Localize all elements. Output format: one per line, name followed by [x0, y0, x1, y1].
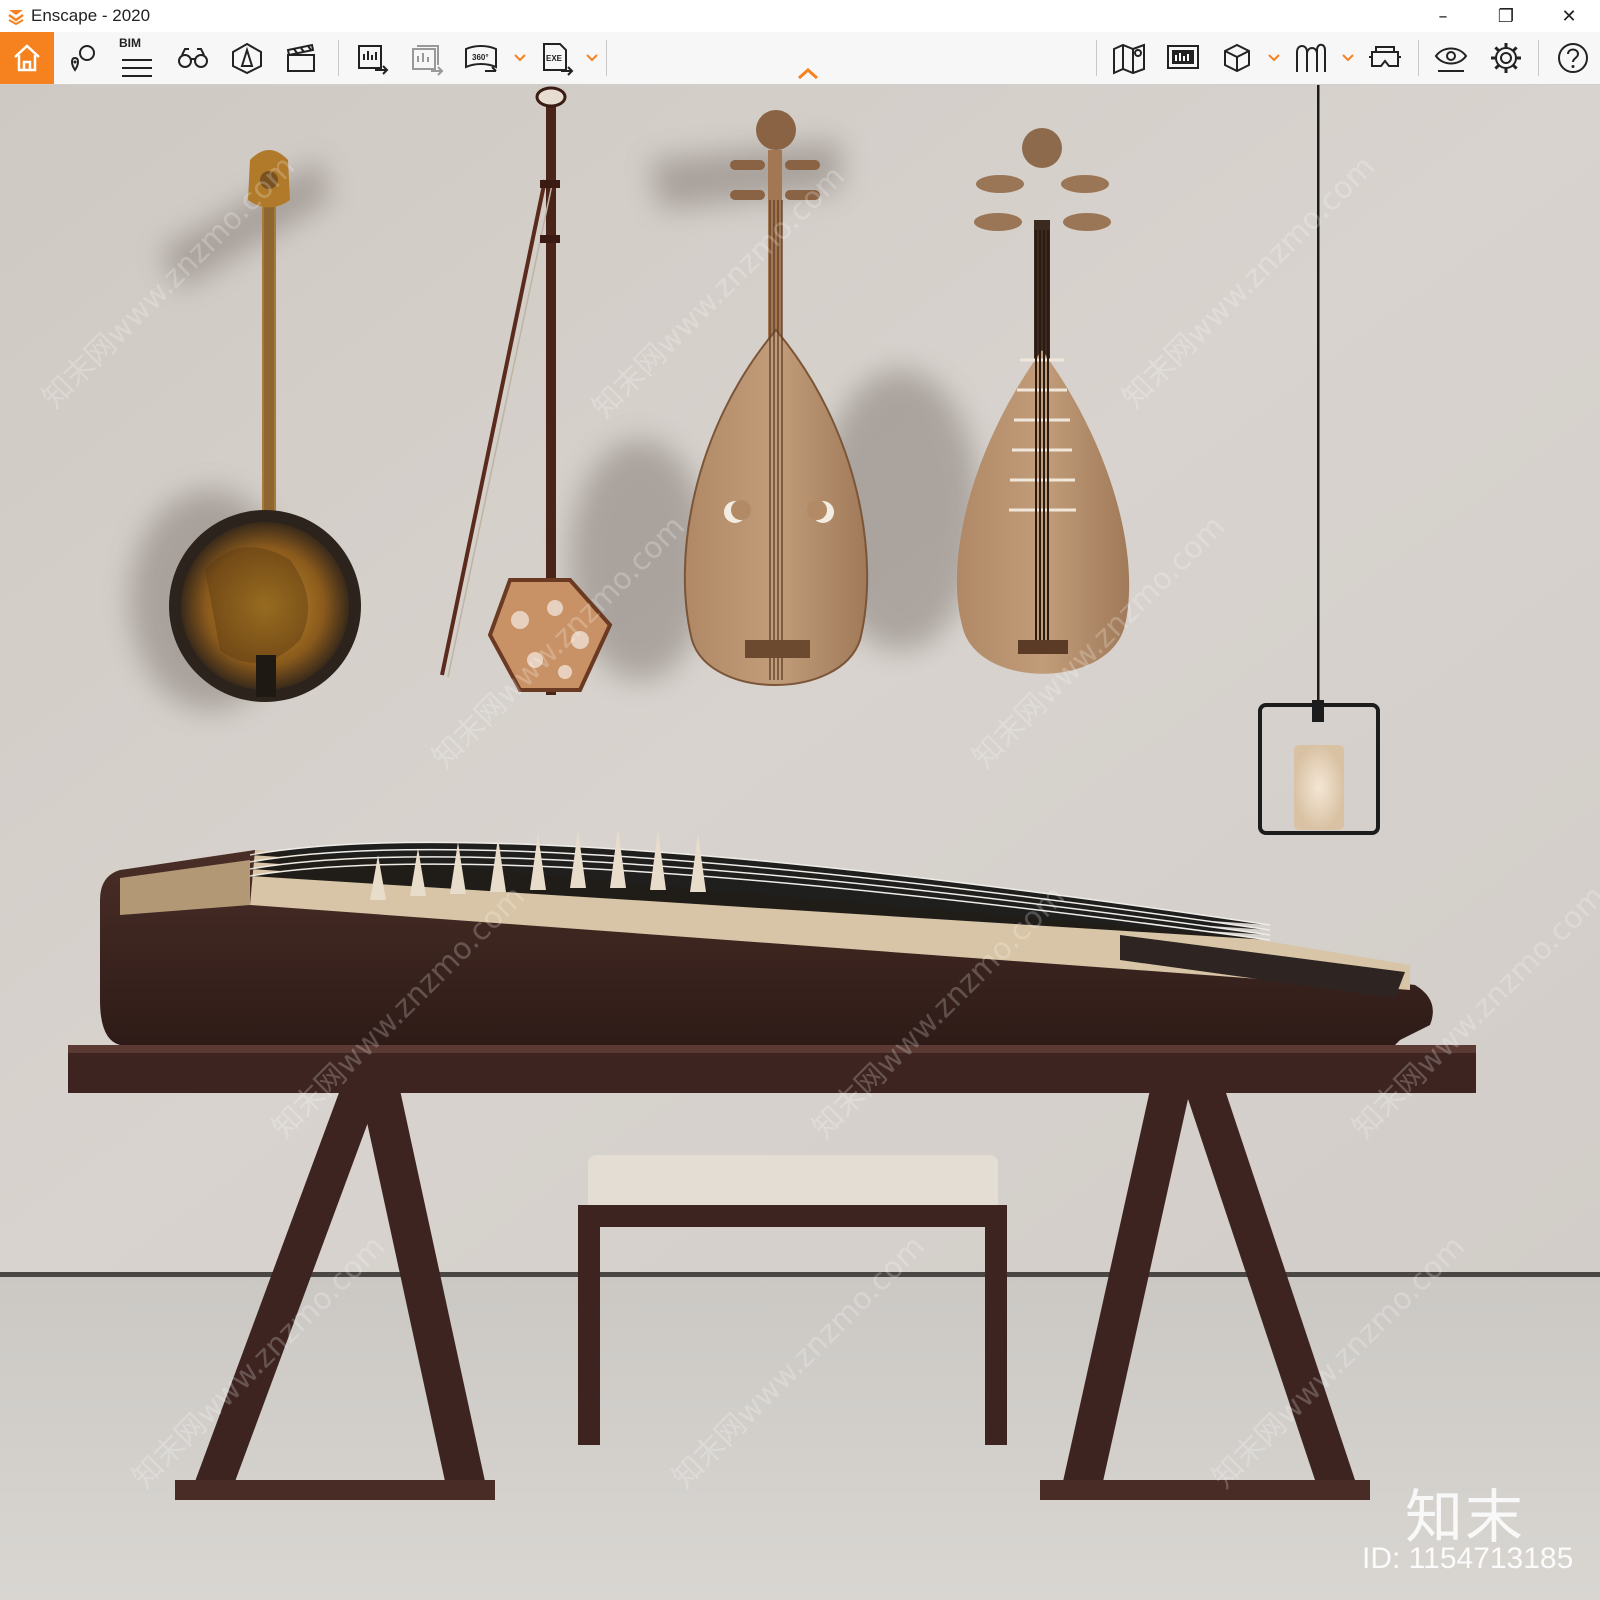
bim-button[interactable]: BIM [112, 32, 162, 84]
screenshot-export-icon [358, 45, 389, 75]
video-editor-icon [286, 43, 315, 72]
svg-text:EXE: EXE [546, 54, 563, 63]
chevron-down-icon [586, 54, 598, 62]
title-bar: Enscape - 2020 – ❐ ✕ [0, 0, 1600, 32]
chevron-down-icon [514, 54, 526, 62]
toolbar-separator [1096, 40, 1097, 76]
toolbar-separator [606, 40, 607, 76]
toolbar-separator [1418, 40, 1419, 76]
home-icon [14, 44, 40, 72]
video-editor-button[interactable] [276, 32, 326, 84]
enscape-logo-icon [5, 5, 27, 27]
exe-export-button[interactable]: EXE [532, 32, 582, 84]
toolbar-separator [338, 40, 339, 76]
settings-icon [1491, 43, 1521, 73]
cube-icon [1224, 43, 1250, 73]
restore-button[interactable]: ❐ [1475, 0, 1537, 32]
material-button[interactable] [1286, 32, 1336, 84]
navigation-icon [232, 42, 262, 75]
watermark-id: ID: 1154713185 [1362, 1542, 1574, 1575]
collapse-toolbar-button[interactable] [796, 66, 820, 82]
views-icon [1167, 45, 1199, 69]
batch-export-button[interactable] [402, 32, 452, 84]
visual-settings-button[interactable] [1426, 32, 1476, 84]
minimize-button[interactable]: – [1412, 0, 1474, 32]
map-icon [1113, 43, 1145, 75]
settings-button[interactable] [1481, 32, 1531, 84]
views-button[interactable] [1158, 32, 1208, 84]
close-button[interactable]: ✕ [1538, 0, 1600, 32]
chevron-up-icon [798, 67, 818, 80]
panorama-360-icon: 360° [465, 45, 497, 72]
home-button[interactable] [0, 32, 54, 84]
panorama-button[interactable]: 360° [456, 32, 506, 84]
render-viewport[interactable]: 知末网www.znzmo.com 知末网www.znzmo.com 知末网www… [0, 85, 1600, 1600]
cube-dropdown[interactable] [1267, 46, 1281, 70]
material-dropdown[interactable] [1341, 46, 1355, 70]
exe-dropdown[interactable] [585, 46, 599, 70]
binoculars-icon [178, 48, 208, 68]
help-icon [1558, 43, 1588, 73]
bim-label: BIM [119, 36, 141, 50]
bim-icon [122, 59, 152, 77]
toolbar-separator [1538, 40, 1539, 76]
help-button[interactable] [1548, 32, 1598, 84]
navigation-button[interactable] [222, 32, 272, 84]
cube-button[interactable] [1212, 32, 1262, 84]
screenshot-export-button[interactable] [348, 32, 398, 84]
exe-export-icon: EXE [543, 43, 574, 76]
batch-export-icon [412, 45, 444, 76]
asset-placement-button[interactable] [58, 32, 108, 84]
window-title: Enscape - 2020 [31, 6, 151, 25]
vr-headset-button[interactable] [1360, 32, 1410, 84]
walk-mode-button[interactable] [168, 32, 218, 84]
asset-placement-icon [71, 45, 95, 72]
chevron-down-icon [1268, 54, 1280, 62]
chevron-down-icon [1342, 54, 1354, 62]
map-button[interactable] [1104, 32, 1154, 84]
panorama-dropdown[interactable] [513, 46, 527, 70]
material-icon [1296, 43, 1326, 72]
vr-headset-icon [1369, 46, 1401, 67]
svg-text:360°: 360° [472, 53, 489, 62]
visual-settings-icon [1434, 47, 1468, 72]
